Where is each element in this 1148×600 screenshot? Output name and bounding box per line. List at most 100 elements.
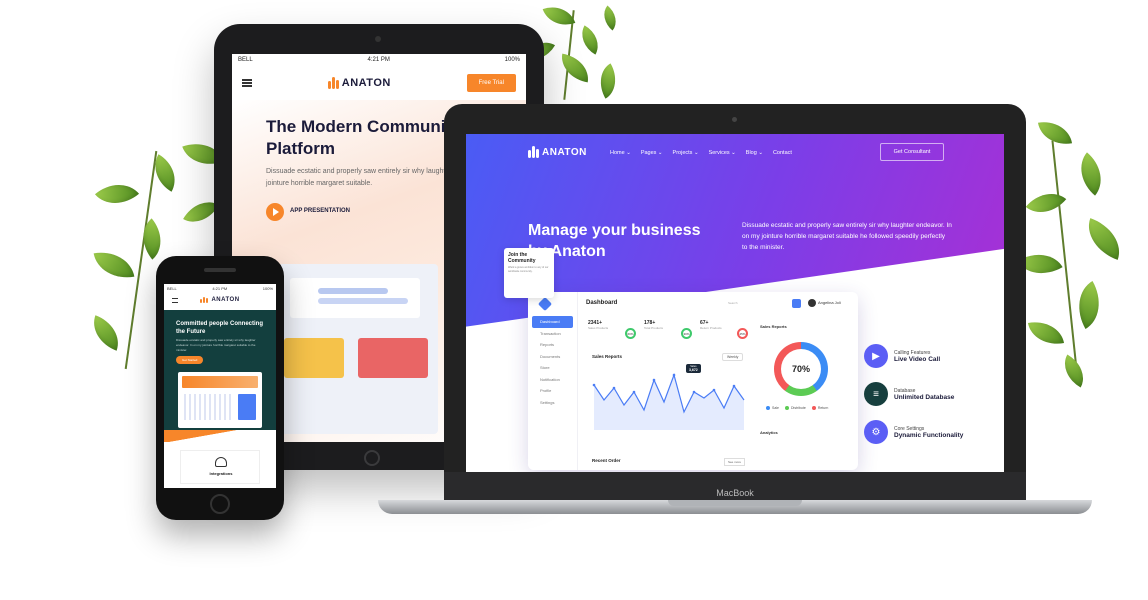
chef-hat-icon (215, 457, 227, 467)
phone-status-bar: BELL 4:21 PM 100% (164, 284, 276, 292)
tablet-home-button[interactable] (364, 450, 380, 466)
nav-blog[interactable]: Blog ⌄ (746, 150, 763, 156)
legend-distribute: Distribute (785, 406, 806, 410)
laptop-camera (732, 117, 737, 122)
dashboard-sidebar: Dashboard Transaction Reports Documents … (528, 292, 578, 470)
phone-screen: BELL 4:21 PM 100% ANATON Committed peopl… (164, 284, 276, 488)
legend-return: Return (811, 406, 828, 410)
sidebar-item-profile[interactable]: Profile (528, 385, 577, 397)
nav-projects[interactable]: Projects ⌄ (673, 150, 699, 156)
period-select[interactable]: Weekly (722, 353, 744, 361)
phone-subtext: Dissuade ecstatic and properly saw entir… (176, 338, 256, 352)
macbook-label: MacBook (716, 488, 754, 498)
tablet-carrier: BELL (238, 57, 253, 63)
chart-tooltip: Sales 3,672 (686, 364, 701, 373)
stat-percent: 30% (681, 328, 692, 339)
laptop-base-notch (668, 500, 802, 506)
get-started-button[interactable]: Get Started (176, 356, 204, 364)
play-icon[interactable] (266, 203, 284, 221)
feature-core-settings: ⚙ Core Settings Dynamic Functionality (864, 420, 963, 444)
hamburger-menu-icon[interactable] (242, 79, 252, 87)
anaton-logo-icon (327, 77, 339, 89)
laptop-screen: ANATON Home ⌄ Pages ⌄ Projects ⌄ Service… (466, 134, 1004, 472)
laptop-device: ANATON Home ⌄ Pages ⌄ Projects ⌄ Service… (444, 104, 1026, 504)
sidebar-item-store[interactable]: Store (528, 362, 577, 374)
database-icon: ≡ (864, 382, 888, 406)
app-presentation-link[interactable]: APP PRESENTATION (290, 208, 350, 214)
phone-hero: Committed people Connecting the Future D… (164, 310, 276, 430)
laptop-logo[interactable]: ANATON (528, 146, 587, 158)
stat-card: 2341+ Sales Products 60% (588, 320, 638, 342)
sidebar-item-dashboard[interactable]: Dashboard (532, 316, 573, 328)
integrations-card[interactable]: Integrations (180, 450, 260, 484)
phone-carrier: BELL (167, 285, 177, 291)
join-title: Join the Community (508, 252, 536, 264)
chart-point (672, 373, 676, 377)
stat-card: 67+ Return Products 25% (700, 320, 750, 342)
phone-home-button[interactable] (210, 494, 230, 514)
sales-donut-chart: 70% (774, 342, 828, 396)
nav-services[interactable]: Services ⌄ (709, 150, 736, 156)
chart-point (592, 383, 596, 387)
anaton-logo-icon (528, 146, 539, 158)
video-icon: ▶ (864, 344, 888, 368)
feature-database: ≡ Database Unlimited Database (864, 382, 954, 406)
chart-point (712, 388, 716, 392)
tablet-battery: 100% (504, 57, 520, 63)
tablet-illustration (278, 264, 438, 434)
feature-title: Unlimited Database (894, 393, 955, 401)
nav-home[interactable]: Home ⌄ (610, 150, 631, 156)
dashboard-user-name[interactable]: Angelina Joli (818, 300, 841, 305)
phone-headline: Committed people Connecting the Future (176, 321, 263, 335)
right-sales-reports-title: Sales Reports (760, 324, 787, 329)
dashboard-title: Dashboard (586, 300, 618, 306)
gear-icon: ⚙ (864, 420, 888, 444)
stat-percent: 60% (625, 328, 636, 339)
nav-contact[interactable]: Contact (773, 150, 792, 156)
dashboard-search-input[interactable]: Search (728, 301, 738, 305)
phone-battery: 100% (262, 285, 273, 291)
see-more-button[interactable]: See more (724, 458, 746, 466)
tablet-status-bar: BELL 4:21 PM 100% (232, 54, 526, 66)
search-icon[interactable] (792, 299, 801, 308)
analytics-title: Analytics (760, 430, 778, 435)
donut-percent: 70% (781, 349, 821, 389)
phone-dashboard-preview (178, 372, 262, 428)
free-trial-button[interactable]: Free Trial (466, 74, 516, 92)
join-community-card: Join the Community Wield a grows ambitio… (504, 248, 554, 298)
tablet-logo[interactable]: ANATON (327, 77, 391, 89)
hero-title: Manage your business by Anaton (528, 222, 701, 260)
phone-header: ANATON (164, 292, 276, 308)
sidebar-item-reports[interactable]: Reports (528, 339, 577, 351)
recent-order-title: Recent Order (592, 458, 621, 463)
sidebar-item-settings[interactable]: Settings (528, 397, 577, 409)
anaton-logo-icon (200, 297, 209, 303)
chart-point (652, 378, 656, 382)
tablet-time: 4:21 PM (367, 57, 390, 63)
chart-point (612, 386, 616, 390)
tablet-brand: ANATON (341, 77, 391, 89)
hero-text: Dissuade ecstatic and properly saw entir… (742, 222, 952, 251)
sidebar-item-notification[interactable]: Notification (528, 374, 577, 386)
chart-point (632, 390, 636, 394)
sales-reports-title: Sales Reports (592, 354, 623, 359)
chart-point (732, 384, 736, 388)
sidebar-item-documents[interactable]: Documents (528, 351, 577, 363)
avatar[interactable] (808, 299, 816, 307)
phone-logo[interactable]: ANATON (200, 297, 239, 303)
image-placeholder-icon (284, 338, 344, 378)
tablet-header: ANATON Free Trial (232, 66, 526, 100)
sidebar-item-transaction[interactable]: Transaction (528, 328, 577, 340)
nav-pages[interactable]: Pages ⌄ (641, 150, 663, 156)
donut-legend: Sale Distribute Return (766, 406, 828, 410)
phone-brand: ANATON (211, 297, 240, 303)
phone-orange-divider (164, 430, 276, 442)
sales-line-chart (592, 373, 745, 430)
chart-point (692, 390, 696, 394)
feature-title: Live Video Call (894, 355, 941, 363)
tooltip-value: 3,672 (689, 368, 698, 372)
tablet-camera (375, 36, 381, 42)
stat-percent: 25% (737, 328, 748, 339)
get-consultant-button[interactable]: Get Consultant (880, 143, 944, 161)
hamburger-menu-icon[interactable] (172, 298, 178, 303)
